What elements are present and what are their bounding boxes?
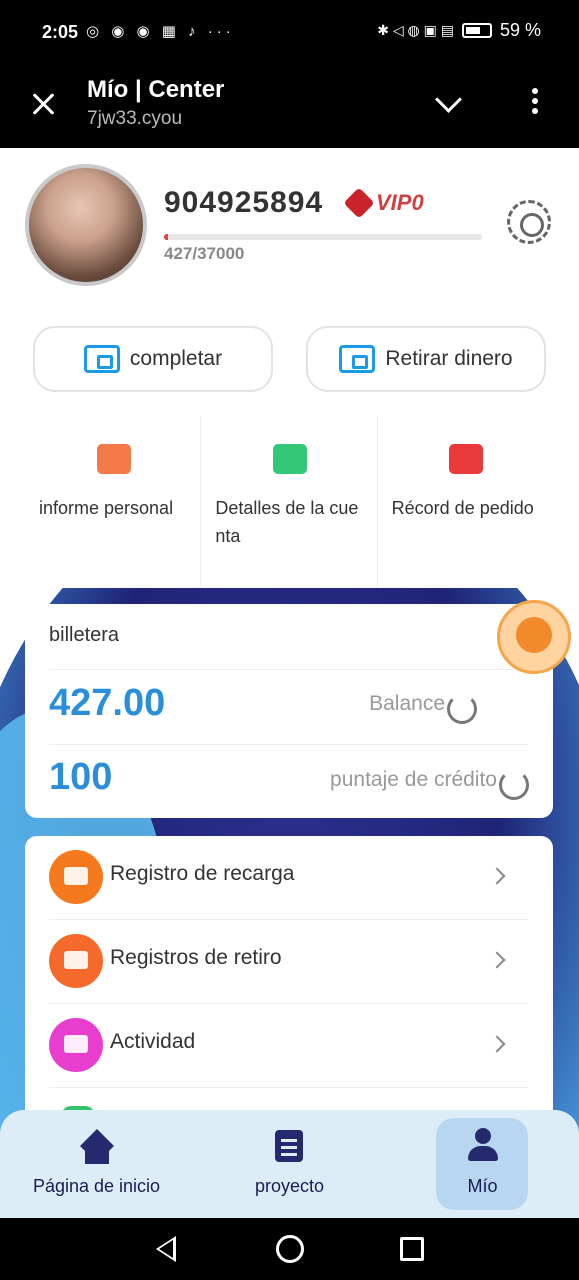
wallet-title: billetera xyxy=(49,624,120,646)
level-progress-bar xyxy=(164,234,482,240)
battery-icon xyxy=(461,23,492,38)
list-item-label: Registros de retiro xyxy=(110,946,282,969)
recent-apps-icon[interactable] xyxy=(400,1237,424,1261)
card-icon xyxy=(49,850,103,904)
tab-home[interactable]: Página de inicio xyxy=(0,1110,193,1218)
stopwatch-icon xyxy=(49,934,103,988)
page-content: 904925894 VIP0 427/37000 completar Retir… xyxy=(0,148,579,1218)
system-icons: ✱ ◁ ◍ ▣ ▤ xyxy=(377,22,454,38)
status-right: ✱ ◁ ◍ ▣ ▤ 59 % xyxy=(377,20,541,41)
withdraw-button[interactable]: Retirar dinero xyxy=(306,326,546,392)
more-menu-icon[interactable] xyxy=(528,88,542,120)
gamepad-icon xyxy=(449,444,484,474)
vip-badge: VIP0 xyxy=(343,187,424,219)
chevron-right-icon xyxy=(488,951,506,969)
chevron-down-icon[interactable] xyxy=(433,90,463,114)
person-icon xyxy=(468,1128,498,1162)
level-progress-text: 427/37000 xyxy=(164,244,245,263)
list-item-label: Actividad xyxy=(110,1030,196,1053)
home-circle-icon[interactable] xyxy=(276,1235,304,1263)
status-bar: 2:05 ◎ ◉ ◉ ▦ ♪ ··· ✱ ◁ ◍ ▣ ▤ 59 % xyxy=(0,0,579,64)
level-progress-fill xyxy=(164,234,168,240)
chart-board-icon xyxy=(96,444,131,474)
tab-label: proyecto xyxy=(254,1176,325,1196)
browser-header: Mío | Center 7jw33.cyou xyxy=(0,64,579,148)
avatar[interactable] xyxy=(25,164,147,286)
credit-score-label: puntaje de crédito xyxy=(330,768,497,791)
tab-label: Mío xyxy=(467,1176,498,1196)
quick-item-order-record[interactable]: Récord de pedido xyxy=(378,416,553,588)
refresh-balance-icon[interactable] xyxy=(447,694,477,724)
list-item-label: Registro de recarga xyxy=(110,862,295,885)
system-nav-bar xyxy=(0,1218,579,1280)
notification-icons: ◎ ◉ ◉ ▦ ♪ ··· xyxy=(86,23,235,40)
complete-button[interactable]: completar xyxy=(33,326,273,392)
user-id: 904925894 xyxy=(164,186,324,219)
list-item-recharge-record[interactable]: Registro de recarga xyxy=(49,836,529,920)
tab-project[interactable]: proyecto xyxy=(193,1110,386,1218)
wallet-card: billetera 427.00 Balance 100 puntaje de … xyxy=(25,604,553,818)
divider xyxy=(49,744,529,745)
chevron-right-icon xyxy=(488,867,506,885)
balance-label: Balance xyxy=(369,692,445,715)
list-item-activity[interactable]: Actividad xyxy=(49,1004,529,1088)
wallet-open-icon xyxy=(339,345,376,373)
list-item-withdraw-records[interactable]: Registros de retiro xyxy=(49,920,529,1004)
document-icon xyxy=(275,1130,303,1162)
quick-menu: informe personal Detalles de la cuenta R… xyxy=(25,416,553,588)
tab-label: Página de inicio xyxy=(32,1176,161,1196)
quick-item-label: informe personal xyxy=(39,498,174,518)
vip-gem-icon xyxy=(343,187,375,219)
divider xyxy=(49,669,529,670)
quick-item-account-details[interactable]: Detalles de la cuenta xyxy=(201,416,378,588)
close-icon[interactable] xyxy=(28,88,60,120)
refresh-credit-icon[interactable] xyxy=(499,770,529,800)
bottom-tab-bar: Página de inicio proyecto Mío xyxy=(0,1110,579,1218)
tab-me[interactable]: Mío xyxy=(386,1110,579,1218)
customer-service-icon[interactable] xyxy=(497,600,571,674)
complete-label: completar xyxy=(129,347,223,370)
home-icon xyxy=(80,1134,114,1164)
page-title: Mío | Center xyxy=(87,76,225,103)
wallet-icon xyxy=(83,345,120,373)
withdraw-label: Retirar dinero xyxy=(385,347,513,370)
quick-item-label: Detalles de la cuenta xyxy=(215,498,359,546)
id-card-icon xyxy=(272,444,307,474)
credit-score-value: 100 xyxy=(49,756,113,798)
back-icon[interactable] xyxy=(156,1236,176,1262)
page-url: 7jw33.cyou xyxy=(87,108,183,129)
quick-item-personal-report[interactable]: informe personal xyxy=(25,416,202,588)
balance-value: 427.00 xyxy=(49,682,166,724)
gift-icon xyxy=(49,1018,103,1072)
quick-item-label: Récord de pedido xyxy=(391,498,534,518)
settings-gear-icon[interactable] xyxy=(507,200,551,244)
chevron-right-icon xyxy=(488,1035,506,1053)
battery-level: 59 % xyxy=(499,20,541,40)
status-time: 2:05 xyxy=(42,22,79,42)
vip-label: VIP0 xyxy=(376,190,424,215)
